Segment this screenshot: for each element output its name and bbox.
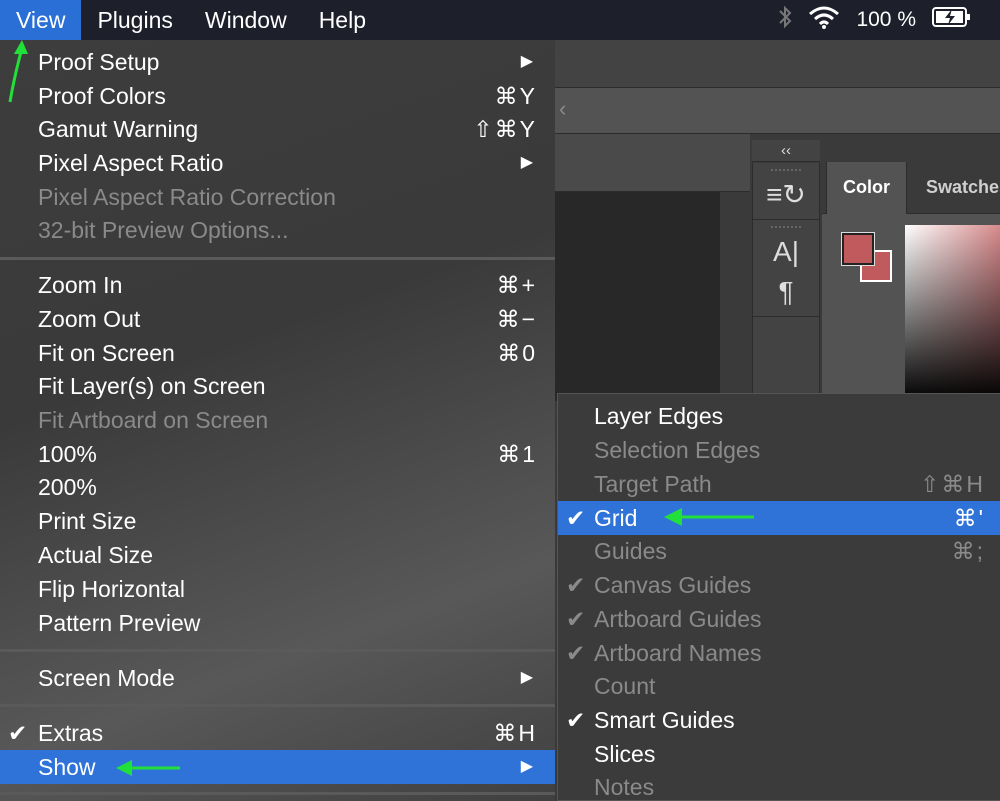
menu-item-print-size[interactable]: Print Size <box>0 504 555 538</box>
shortcut: ⇧⌘Y <box>473 116 537 142</box>
menu-item-pixel-aspect-ratio[interactable]: Pixel Aspect Ratio ▶ <box>0 146 555 180</box>
paragraph-panel-icon[interactable]: ¶ <box>753 272 819 312</box>
submenu-item-canvas-guides: ✔ Canvas Guides <box>558 568 1000 602</box>
battery-percent: 100 % <box>856 8 916 31</box>
menu-separator <box>0 792 555 795</box>
submenu-item-slices[interactable]: Slices <box>558 737 1000 771</box>
history-panel-icon[interactable]: ≡↻ <box>753 175 819 215</box>
submenu-arrow-icon: ▶ <box>520 669 533 686</box>
checkmark-icon: ✔ <box>566 572 586 598</box>
menu-plugins[interactable]: Plugins <box>81 0 188 40</box>
divider <box>753 219 819 220</box>
submenu-item-artboard-names: ✔ Artboard Names <box>558 636 1000 670</box>
document-tabs <box>555 134 750 192</box>
menu-window[interactable]: Window <box>189 0 303 40</box>
submenu-item-guides: Guides ⌘; <box>558 534 1000 568</box>
submenu-item-smart-guides[interactable]: ✔ Smart Guides <box>558 703 1000 737</box>
chevron-left-icon[interactable]: ‹ <box>559 96 566 122</box>
shortcut: ⌘; <box>951 538 985 564</box>
checkmark-icon: ✔ <box>566 707 586 733</box>
menu-item-gamut-warning[interactable]: Gamut Warning ⇧⌘Y <box>0 112 555 146</box>
submenu-item-target-path: Target Path ⇧⌘H <box>558 467 1000 501</box>
submenu-item-layer-edges[interactable]: Layer Edges <box>558 399 1000 433</box>
shortcut: ⌘0 <box>497 340 537 366</box>
foreground-color-swatch[interactable] <box>841 232 875 266</box>
application-header <box>555 40 1000 88</box>
menu-item-flip-horizontal[interactable]: Flip Horizontal <box>0 572 555 606</box>
tab-color[interactable]: Color <box>826 162 907 214</box>
menu-item-zoom-in[interactable]: Zoom In ⌘+ <box>0 268 555 302</box>
checkmark-icon: ✔ <box>566 505 586 531</box>
menu-item-fit-on-screen[interactable]: Fit on Screen ⌘0 <box>0 336 555 370</box>
checkmark-icon: ✔ <box>566 640 586 666</box>
menu-item-32bit-preview-options: 32-bit Preview Options... <box>38 217 289 243</box>
menu-item-fit-artboard-on-screen: Fit Artboard on Screen <box>38 407 269 433</box>
bluetooth-icon[interactable] <box>778 5 792 35</box>
shortcut: ⌘' <box>953 505 985 531</box>
menu-item-proof-colors[interactable]: Proof Colors ⌘Y <box>0 79 555 113</box>
shortcut: ⌘+ <box>496 272 537 298</box>
menu-item-fit-layers-on-screen[interactable]: Fit Layer(s) on Screen <box>0 369 555 403</box>
options-bar: ‹ <box>555 88 1000 134</box>
menu-item-pixel-aspect-ratio-correction: Pixel Aspect Ratio Correction <box>38 184 336 210</box>
submenu-arrow-icon: ▶ <box>520 154 533 171</box>
menu-separator <box>0 649 555 652</box>
menu-item-100-percent[interactable]: 100% ⌘1 <box>0 437 555 471</box>
menu-item-proof-setup[interactable]: Proof Setup ▶ <box>0 45 555 79</box>
wifi-icon[interactable] <box>808 5 840 35</box>
color-picker-field[interactable] <box>905 225 1000 401</box>
menu-item-actual-size[interactable]: Actual Size <box>0 538 555 572</box>
shortcut: ⇧⌘H <box>920 471 985 497</box>
submenu-item-notes: Notes <box>594 774 655 800</box>
view-menu: Proof Setup ▶ Proof Colors ⌘Y Gamut Warnin… <box>0 40 555 801</box>
canvas-scrollbar[interactable] <box>720 192 750 401</box>
annotation-arrow-left-icon <box>116 760 180 776</box>
submenu-arrow-icon: ▶ <box>520 758 533 775</box>
submenu-arrow-icon: ▶ <box>520 53 533 70</box>
menu-bar: View Plugins Window Help 100 % <box>0 0 1000 40</box>
annotation-arrow-up-icon <box>8 40 28 103</box>
status-area: 100 % <box>778 0 1000 40</box>
annotation-arrow-left-icon <box>664 508 754 526</box>
tab-swatches[interactable]: Swatches <box>910 162 1000 214</box>
shortcut: ⌘Y <box>494 83 537 109</box>
submenu-item-grid[interactable]: ✔ Grid ⌘' <box>558 501 1000 535</box>
menu-item-show[interactable]: Show ▶ <box>0 750 555 784</box>
shortcut: ⌘− <box>496 306 537 332</box>
menu-item-pattern-preview[interactable]: Pattern Preview <box>0 606 555 640</box>
menu-help[interactable]: Help <box>303 0 382 40</box>
color-panel-header: Color Swatches <box>822 162 1000 214</box>
panel-tool-strip: ≡↻ A| ¶ <box>752 163 820 401</box>
submenu-item-artboard-guides: ✔ Artboard Guides <box>558 602 1000 636</box>
divider <box>753 316 819 317</box>
submenu-item-count: Count <box>594 673 656 699</box>
menu-separator <box>0 704 555 707</box>
shortcut: ⌘H <box>493 720 537 746</box>
menu-view[interactable]: View <box>0 0 82 40</box>
menu-item-zoom-out[interactable]: Zoom Out ⌘− <box>0 302 555 336</box>
battery-charging-icon[interactable] <box>932 5 972 35</box>
menu-item-extras[interactable]: ✔ Extras ⌘H <box>0 716 555 750</box>
menu-item-screen-mode[interactable]: Screen Mode ▶ <box>0 661 555 695</box>
canvas-area[interactable] <box>555 192 720 401</box>
checkmark-icon: ✔ <box>566 606 586 632</box>
menu-separator <box>0 257 555 260</box>
character-panel-icon[interactable]: A| <box>753 232 819 272</box>
shortcut: ⌘1 <box>497 441 537 467</box>
menu-item-200-percent[interactable]: 200% <box>0 470 555 504</box>
checkmark-icon: ✔ <box>8 720 28 746</box>
submenu-item-selection-edges: Selection Edges <box>594 437 761 463</box>
collapse-panels-button[interactable]: ‹‹ <box>752 140 820 162</box>
show-submenu: Layer Edges Selection Edges Target Path ⇧… <box>557 393 1000 801</box>
